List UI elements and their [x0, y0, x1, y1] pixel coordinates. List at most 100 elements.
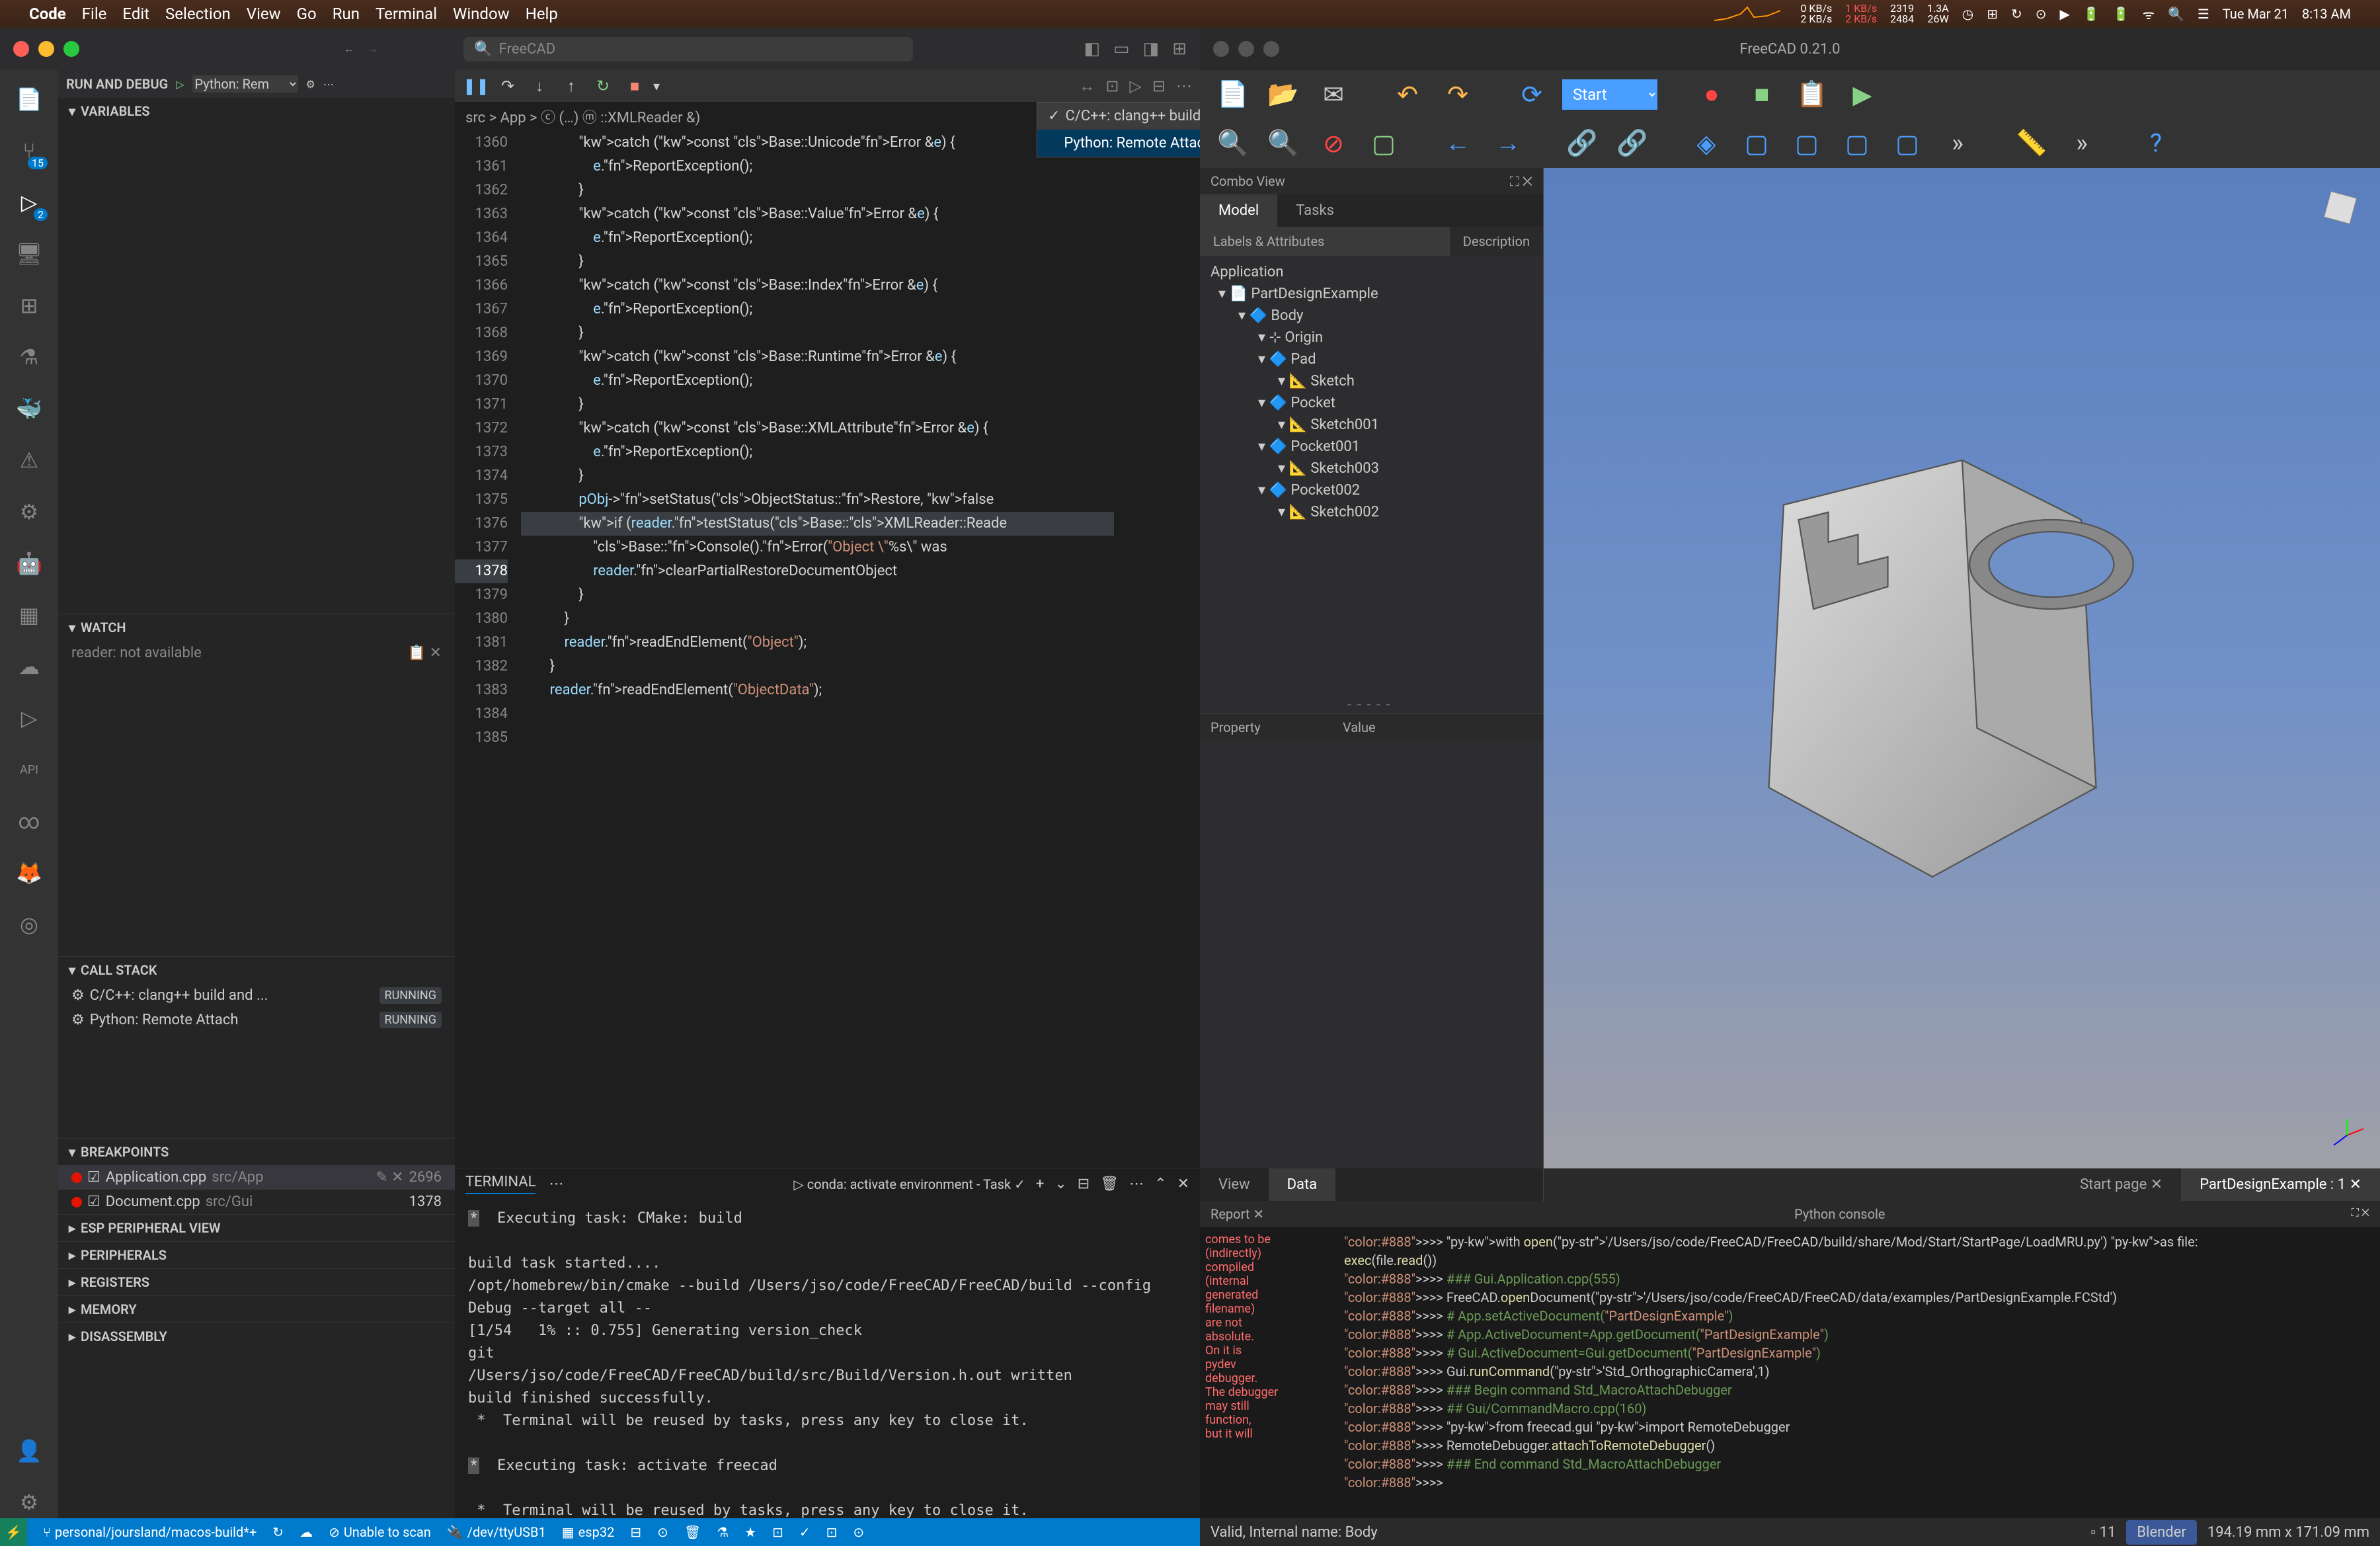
- battery-icon-2[interactable]: 🔋: [2113, 6, 2129, 22]
- tree-item[interactable]: ▾ 📄 PartDesignExample: [1205, 283, 1538, 305]
- icon[interactable]: ↔: [1079, 77, 1095, 96]
- tree-item[interactable]: ▾ 🔷 Pocket002: [1205, 479, 1538, 501]
- zoom-fit-icon[interactable]: 🔍: [1213, 124, 1253, 163]
- tree-app[interactable]: Application: [1205, 261, 1538, 283]
- maximize-icon[interactable]: ⛶: [1510, 173, 1519, 189]
- more-icon[interactable]: ⋯: [323, 78, 334, 91]
- memory-section[interactable]: ▸ MEMORY: [58, 1295, 455, 1322]
- nav-fwd-icon[interactable]: →: [1488, 124, 1528, 163]
- icon[interactable]: ⊟: [1152, 77, 1166, 96]
- stop-icon[interactable]: ■: [621, 73, 648, 99]
- tree-item[interactable]: ▾ 📐 Sketch: [1205, 370, 1538, 392]
- trash-icon[interactable]: 🗑: [1100, 1176, 1119, 1192]
- scan-status[interactable]: ⊘ Unable to scan: [329, 1524, 431, 1540]
- link-icon[interactable]: 🔗: [1562, 124, 1602, 163]
- play-icon[interactable]: ▷: [13, 702, 45, 734]
- terminal-output[interactable]: * Executing task: CMake: build build tas…: [455, 1200, 1200, 1518]
- restart-icon[interactable]: ↻: [590, 73, 616, 99]
- menu-window[interactable]: Window: [453, 5, 510, 23]
- step-out-icon[interactable]: ↑: [558, 73, 584, 99]
- close-button[interactable]: [1213, 41, 1229, 57]
- nav-cube[interactable]: [2314, 181, 2367, 234]
- tasks-tab[interactable]: Tasks: [1277, 194, 1353, 227]
- box-icon[interactable]: ▢: [1364, 124, 1404, 163]
- icon[interactable]: ⊙: [657, 1524, 668, 1540]
- description-tab[interactable]: Description: [1450, 227, 1543, 256]
- open-icon[interactable]: 📂: [1263, 75, 1303, 114]
- icon-1[interactable]: ◷: [1962, 6, 1973, 22]
- icon[interactable]: ⊟: [630, 1524, 641, 1540]
- save-icon[interactable]: ✉: [1314, 75, 1353, 114]
- scm-icon[interactable]: ⑂15: [13, 135, 45, 167]
- draw-style-icon[interactable]: ⊘: [1314, 124, 1353, 163]
- session-dropdown[interactable]: ▾: [653, 73, 660, 99]
- cpu-graph-icon[interactable]: [1714, 4, 1780, 24]
- battery-icon[interactable]: 🔋: [2083, 6, 2100, 22]
- icon[interactable]: ⚗: [717, 1524, 729, 1540]
- tree-item[interactable]: ▾ ⊹ Origin: [1205, 327, 1538, 348]
- extensions-icon[interactable]: ⊞: [13, 290, 45, 321]
- icon[interactable]: ⊡: [826, 1524, 838, 1540]
- callstack-item[interactable]: ⚙ Python: Remote AttachRUNNING: [58, 1008, 455, 1032]
- menu-terminal[interactable]: Terminal: [376, 5, 437, 23]
- workbench-select[interactable]: Start: [1562, 79, 1657, 110]
- maximize-button[interactable]: [63, 41, 79, 57]
- icon[interactable]: ⊡: [1105, 77, 1119, 96]
- right-view-icon[interactable]: ▢: [1837, 124, 1877, 163]
- breakpoints-section[interactable]: ▾ BREAKPOINTS: [58, 1138, 455, 1165]
- dropdown-item-python[interactable]: Python: Remote Attach: [1037, 130, 1200, 157]
- robot-icon[interactable]: 🤖: [13, 548, 45, 579]
- board-icon[interactable]: ▦: [13, 599, 45, 631]
- icon[interactable]: ★: [744, 1524, 756, 1540]
- test-icon[interactable]: ⚗: [13, 341, 45, 373]
- debug-icon[interactable]: ▷2: [13, 186, 45, 218]
- icon[interactable]: ⊙: [853, 1524, 864, 1540]
- menu-view[interactable]: View: [247, 5, 281, 23]
- layout-icon-1[interactable]: ◧: [1084, 39, 1100, 59]
- gear-icon[interactable]: ⚙: [13, 1486, 45, 1518]
- python-console[interactable]: "color:#888">>>> "py-kw">with open("py-s…: [1339, 1227, 2380, 1518]
- close-icon[interactable]: ✕: [2350, 1176, 2361, 1193]
- tty-indicator[interactable]: 🔌 /dev/ttyUSB1: [447, 1524, 546, 1540]
- chip-indicator[interactable]: ▦ esp32: [562, 1524, 615, 1540]
- target-icon[interactable]: ◎: [13, 909, 45, 940]
- layout-icon-3[interactable]: ◨: [1143, 39, 1160, 59]
- time-label[interactable]: 8:13 AM: [2302, 6, 2351, 22]
- gear-icon[interactable]: ⚙: [306, 78, 315, 91]
- menu-edit[interactable]: Edit: [122, 5, 149, 23]
- undo-icon[interactable]: ↶: [1388, 75, 1427, 114]
- labels-tab[interactable]: Labels & Attributes: [1200, 227, 1450, 256]
- close-icon[interactable]: ✕: [1523, 173, 1532, 189]
- stop-icon[interactable]: ■: [1742, 75, 1782, 114]
- registers-section[interactable]: ▸ REGISTERS: [58, 1268, 455, 1295]
- zoom-selection-icon[interactable]: 🔍: [1263, 124, 1303, 163]
- start-debug-icon[interactable]: ▷: [176, 78, 184, 91]
- search-icon[interactable]: 🔍: [2168, 6, 2184, 22]
- menu-run[interactable]: Run: [333, 5, 360, 23]
- refresh-icon[interactable]: ⟳: [1512, 75, 1552, 114]
- report-label[interactable]: Report ✕: [1200, 1201, 1339, 1227]
- terminal-tab[interactable]: TERMINAL: [465, 1174, 536, 1194]
- close-icon[interactable]: ✕: [2361, 1206, 2369, 1219]
- warn-icon[interactable]: ⚠: [13, 444, 45, 476]
- close-icon[interactable]: ✕: [2151, 1176, 2162, 1193]
- menu-selection[interactable]: Selection: [165, 5, 231, 23]
- tree-item[interactable]: ▾ 🔷 Body: [1205, 305, 1538, 327]
- icon-2[interactable]: ⊞: [1987, 6, 1998, 22]
- icon-5[interactable]: ▶: [2059, 6, 2069, 22]
- help-icon[interactable]: ?: [2136, 124, 2176, 163]
- nav-back-icon[interactable]: ←: [344, 42, 354, 56]
- variables-section[interactable]: ▾ VARIABLES: [58, 98, 455, 124]
- chevron-down-icon[interactable]: ⌄: [1054, 1176, 1066, 1192]
- icon[interactable]: ▷: [1129, 77, 1141, 96]
- tree-item[interactable]: ▾ 🔷 Pocket001: [1205, 436, 1538, 458]
- icon-4[interactable]: ⊙: [2036, 6, 2047, 22]
- icon[interactable]: 🗑: [684, 1524, 701, 1540]
- breakpoint-item[interactable]: ☑ Application.cpp src/App✎ ✕ 2696: [58, 1165, 455, 1190]
- callstack-item[interactable]: ⚙ C/C++: clang++ build and ...RUNNING: [58, 983, 455, 1008]
- dropdown-item-cpp[interactable]: ✓ C/C++: clang++ build and debug FreeCAD: [1037, 102, 1200, 130]
- account-icon[interactable]: 👤: [13, 1435, 45, 1467]
- add-terminal-icon[interactable]: +: [1036, 1176, 1044, 1192]
- infinity-icon[interactable]: ∞: [13, 805, 45, 837]
- explorer-icon[interactable]: 📄: [13, 83, 45, 115]
